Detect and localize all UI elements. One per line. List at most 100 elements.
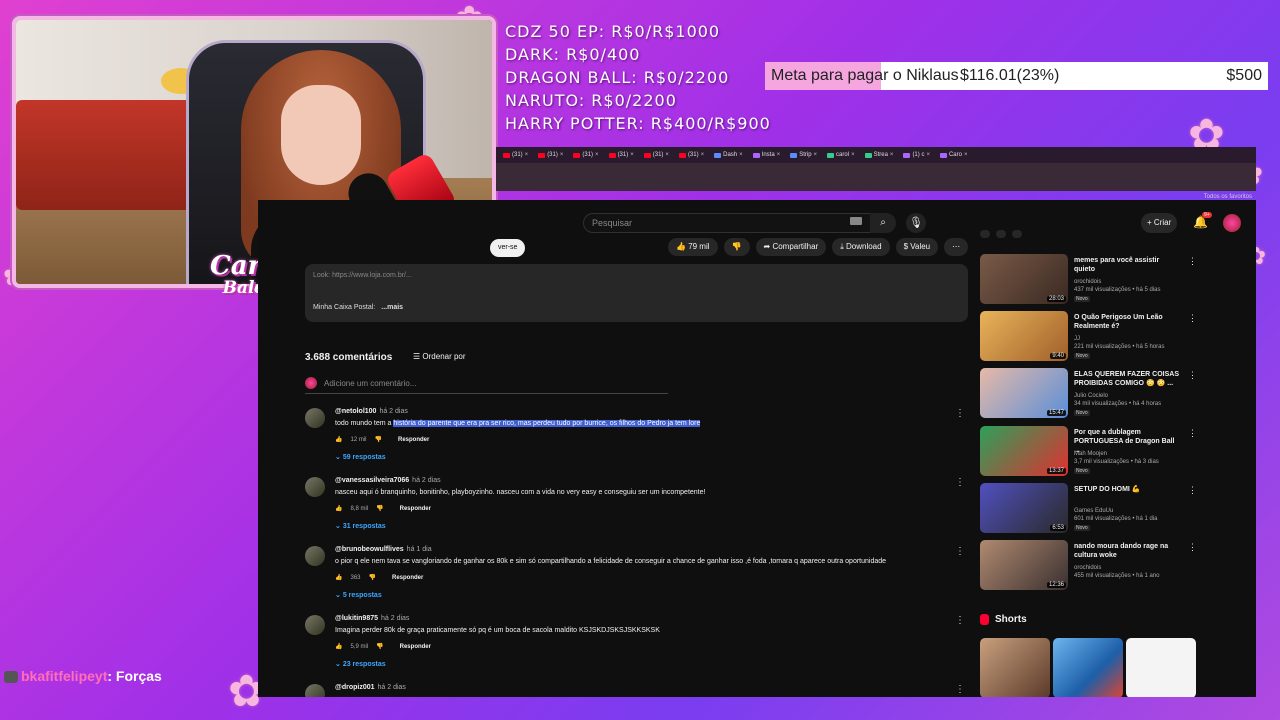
video-title[interactable]: O Quão Perigoso Um Leão Realmente é?: [1074, 313, 1182, 331]
video-thumbnail[interactable]: 15:47: [980, 368, 1068, 419]
video-title[interactable]: SETUP DO HOMI 💪: [1074, 485, 1182, 494]
video-menu-icon[interactable]: ⋮: [1188, 428, 1197, 439]
chip[interactable]: [1012, 230, 1022, 238]
video-menu-icon[interactable]: ⋮: [1188, 256, 1197, 267]
browser-tab[interactable]: Strea ×: [862, 152, 897, 158]
reply-button[interactable]: Responder: [400, 506, 431, 512]
close-tab-icon[interactable]: ×: [777, 152, 781, 158]
show-more-link[interactable]: ...mais: [381, 304, 403, 311]
dislike-comment-button[interactable]: 👎: [369, 574, 376, 581]
video-menu-icon[interactable]: ⋮: [1188, 485, 1197, 496]
channel-name[interactable]: JJ: [1074, 336, 1080, 342]
like-comment-button[interactable]: 👍: [335, 574, 342, 581]
browser-tab[interactable]: (31) ×: [641, 152, 672, 158]
browser-tab[interactable]: Insta ×: [750, 152, 784, 158]
channel-name[interactable]: Julio Cocielo: [1074, 393, 1108, 399]
avatar[interactable]: [305, 477, 325, 497]
chip[interactable]: [980, 230, 990, 238]
close-tab-icon[interactable]: ×: [814, 152, 818, 158]
comment-menu-icon[interactable]: ⋮: [955, 684, 965, 695]
reply-button[interactable]: Responder: [398, 437, 429, 443]
close-tab-icon[interactable]: ×: [926, 152, 930, 158]
dislike-comment-button[interactable]: 👎: [376, 505, 383, 512]
recommended-video[interactable]: 12:36 nando moura dando rage na cultura w…: [980, 540, 1200, 592]
browser-tab[interactable]: (31) ×: [570, 152, 601, 158]
recommended-video[interactable]: 6:53 SETUP DO HOMI 💪 Games EduUu 601 mil vi…: [980, 482, 1200, 535]
reply-button[interactable]: Responder: [400, 644, 431, 650]
dislike-comment-button[interactable]: 👎: [375, 436, 382, 443]
view-replies-button[interactable]: ⌄ 5 respostas: [335, 591, 382, 599]
browser-tab[interactable]: carol ×: [824, 152, 858, 158]
account-avatar[interactable]: [1223, 214, 1241, 232]
sort-comments-button[interactable]: ☰ Ordenar por: [413, 352, 466, 361]
close-tab-icon[interactable]: ×: [525, 152, 529, 158]
voice-search-button[interactable]: 🎙: [906, 213, 926, 233]
channel-name[interactable]: orochidois: [1074, 279, 1101, 285]
subscribe-button[interactable]: ver-se: [490, 239, 526, 257]
recommended-video[interactable]: 28:03 memes para você assistir quieto oroc…: [980, 254, 1200, 306]
keyboard-icon[interactable]: [850, 217, 862, 225]
browser-tab[interactable]: (31) ×: [535, 152, 566, 158]
comment-author[interactable]: @lukitin9875 há 2 dias: [335, 615, 409, 622]
search-button[interactable]: ⌕: [870, 213, 896, 233]
share-button[interactable]: ➦ Compartilhar: [755, 238, 827, 256]
browser-tab[interactable]: (31) ×: [500, 152, 531, 158]
comment-author[interactable]: @vanessasilveira7066 há 2 dias: [335, 477, 441, 484]
short-thumbnail[interactable]: [980, 638, 1050, 697]
video-menu-icon[interactable]: ⋮: [1188, 313, 1197, 324]
browser-tab[interactable]: Strip ×: [787, 152, 820, 158]
like-comment-button[interactable]: 👍: [335, 505, 342, 512]
view-replies-button[interactable]: ⌄ 31 respostas: [335, 522, 386, 530]
video-menu-icon[interactable]: ⋮: [1188, 370, 1197, 381]
video-thumbnail[interactable]: 9:40: [980, 311, 1068, 362]
video-thumbnail[interactable]: 28:03: [980, 254, 1068, 304]
comment-author[interactable]: @netolol100 há 2 dias: [335, 408, 408, 415]
browser-tab[interactable]: (31) ×: [606, 152, 637, 158]
video-title[interactable]: memes para você assistir quieto: [1074, 256, 1182, 274]
avatar[interactable]: [305, 546, 325, 566]
comment-menu-icon[interactable]: ⋮: [955, 477, 965, 488]
comment-menu-icon[interactable]: ⋮: [955, 546, 965, 557]
dislike-comment-button[interactable]: 👎: [376, 643, 383, 650]
comment-author[interactable]: @dropiz001 há 2 dias: [335, 684, 406, 691]
close-tab-icon[interactable]: ×: [630, 152, 634, 158]
video-thumbnail[interactable]: 13:37: [980, 425, 1068, 476]
close-tab-icon[interactable]: ×: [701, 152, 705, 158]
comment-menu-icon[interactable]: ⋮: [955, 408, 965, 419]
add-comment-input[interactable]: Adicione um comentário...: [305, 377, 668, 394]
close-tab-icon[interactable]: ×: [739, 152, 743, 158]
video-thumbnail[interactable]: 6:53: [980, 482, 1068, 533]
avatar[interactable]: [305, 408, 325, 428]
video-description[interactable]: Look: https://www.loja.com.br/... Minha …: [305, 264, 968, 322]
like-comment-button[interactable]: 👍: [335, 436, 342, 443]
more-actions-button[interactable]: ⋯: [944, 238, 969, 256]
reply-button[interactable]: Responder: [392, 575, 423, 581]
search-input[interactable]: Pesquisar: [583, 213, 873, 233]
chip[interactable]: [996, 230, 1006, 238]
recommended-video[interactable]: 15:47 ELAS QUEREM FAZER COISAS PROIBIDAS …: [980, 368, 1200, 420]
browser-tab[interactable]: (31) ×: [676, 152, 707, 158]
recommended-video[interactable]: 13:37 Por que a dublagem PORTUGUESA de Dr…: [980, 425, 1200, 478]
recommended-video[interactable]: 9:40 O Quão Perigoso Um Leão Realmente é?…: [980, 311, 1200, 363]
close-tab-icon[interactable]: ×: [560, 152, 564, 158]
close-tab-icon[interactable]: ×: [665, 152, 669, 158]
thanks-button[interactable]: $ Valeu: [895, 238, 939, 256]
comment-menu-icon[interactable]: ⋮: [955, 615, 965, 626]
video-thumbnail[interactable]: 12:36: [980, 540, 1068, 590]
like-button[interactable]: 👍 79 mil: [668, 238, 718, 256]
channel-name[interactable]: orochidois: [1074, 565, 1101, 571]
create-button[interactable]: + Criar: [1141, 213, 1178, 233]
avatar[interactable]: [305, 684, 325, 697]
short-thumbnail[interactable]: [1053, 638, 1123, 697]
short-thumbnail[interactable]: [1126, 638, 1196, 697]
channel-name[interactable]: Mah Moojen: [1074, 451, 1107, 457]
browser-tab[interactable]: (1) c ×: [900, 152, 933, 158]
browser-address-bar[interactable]: Todos os favoritos: [496, 163, 1256, 200]
browser-tab[interactable]: Caro ×: [937, 152, 971, 158]
video-menu-icon[interactable]: ⋮: [1188, 542, 1197, 553]
close-tab-icon[interactable]: ×: [595, 152, 599, 158]
view-replies-button[interactable]: ⌄ 23 respostas: [335, 660, 386, 668]
view-replies-button[interactable]: ⌄ 59 respostas: [335, 453, 386, 461]
browser-tab[interactable]: Dash ×: [711, 152, 746, 158]
channel-name[interactable]: Games EduUu: [1074, 508, 1113, 514]
